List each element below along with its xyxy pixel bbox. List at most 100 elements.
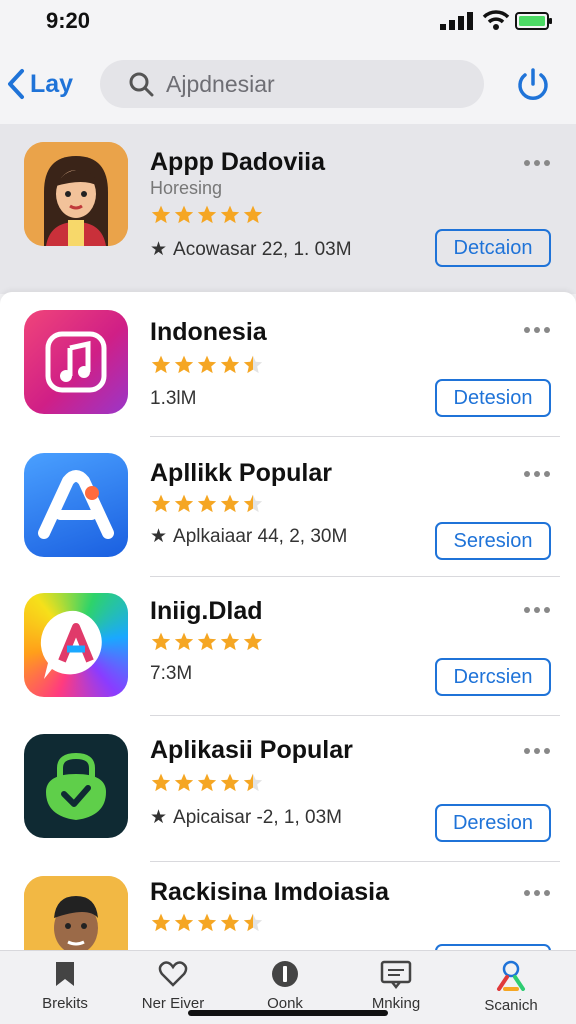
battery-icon (515, 12, 552, 30)
search-placeholder: Ajpdnesiar (166, 70, 275, 97)
star-icon (174, 355, 194, 374)
power-icon[interactable] (514, 66, 552, 104)
star-icon: ★ (150, 526, 168, 547)
app-title: Aplikasii Popular (150, 736, 353, 764)
star-icon (174, 773, 194, 792)
star-icon (243, 773, 263, 792)
app-meta-text: 7:3M (150, 663, 193, 684)
star-icon (151, 913, 171, 932)
star-rating (150, 204, 264, 226)
tab-oonk[interactable]: Oonk (230, 959, 340, 1012)
heart-icon (158, 961, 188, 987)
star-icon (243, 355, 263, 374)
star-icon (197, 913, 217, 932)
star-icon (197, 773, 217, 792)
featured-app-meta-text: Acowasar 22, 1. 03M (173, 238, 352, 260)
app-title: Indonesia (150, 318, 267, 346)
star-icon (197, 205, 217, 224)
more-options-icon[interactable] (524, 471, 550, 477)
tab-scanich[interactable]: Scanich (456, 959, 566, 1014)
star-icon (174, 494, 194, 513)
tab-label: Scanich (484, 997, 538, 1014)
app-meta: ★ Apicaisar -2, 1, 03M (150, 806, 342, 829)
app-icon (24, 876, 128, 952)
featured-app-title: Appp Dadoviia (150, 148, 326, 176)
app-icon (24, 310, 128, 414)
star-icon (220, 632, 240, 651)
app-title: Apllikk Popular (150, 459, 332, 487)
status-bar: 9:20 (0, 0, 576, 44)
app-icon (24, 734, 128, 838)
app-title: Iniig.Dlad (150, 597, 263, 625)
star-icon (220, 355, 240, 374)
list-item[interactable]: Aplikasii Popular ★ Apicaisar -2, 1, 03M… (0, 716, 576, 862)
featured-app-button[interactable]: Detcaion (435, 229, 551, 267)
star-icon (197, 355, 217, 374)
featured-app-row[interactable]: Appp Dadoviia Horesing ★ Acowasar 22, 1.… (0, 124, 576, 294)
home-indicator (188, 1010, 388, 1016)
app-icon (24, 593, 128, 697)
app-action-button[interactable]: Detesion (435, 379, 551, 417)
chevron-left-icon (8, 69, 24, 99)
more-options-icon[interactable] (524, 607, 550, 613)
list-item[interactable]: Indonesia 1.3lM Detesion (0, 292, 576, 437)
people-icon (497, 960, 525, 991)
list-item[interactable]: Apllikk Popular ★ Aplkaiaar 44, 2, 30M S… (0, 437, 576, 577)
back-button[interactable]: Lay (6, 64, 73, 104)
star-icon (174, 632, 194, 651)
tab-brekits[interactable]: Brekits (10, 959, 120, 1012)
star-rating (150, 772, 264, 794)
tab-label: Brekits (42, 995, 88, 1012)
star-icon (174, 913, 194, 932)
star-icon (220, 913, 240, 932)
app-meta-text: Apicaisar -2, 1, 03M (173, 806, 343, 828)
more-options-icon[interactable] (524, 748, 550, 754)
more-options-icon[interactable] (524, 890, 550, 896)
star-icon (151, 632, 171, 651)
star-rating (150, 354, 264, 376)
lock-heart-icon (46, 752, 106, 820)
star-icon (151, 773, 171, 792)
star-icon: ★ (150, 239, 168, 260)
tab-ner-eiver[interactable]: Ner Eiver (118, 959, 228, 1012)
tab-mnking[interactable]: Mnking (341, 959, 451, 1012)
app-title: Rackisina Imdoiasia (150, 878, 390, 906)
more-options-icon[interactable] (524, 160, 550, 166)
star-icon (243, 205, 263, 224)
star-icon (220, 494, 240, 513)
app-list: Indonesia 1.3lM Detesion Apllikk Popular… (0, 292, 576, 952)
star-icon (243, 913, 263, 932)
man-avatar-icon (24, 876, 128, 952)
list-item[interactable]: Iniig.Dlad 7:3M Dercsien (0, 577, 576, 715)
search-icon (129, 72, 154, 97)
search-input[interactable]: Ajpdnesiar (100, 60, 484, 108)
star-icon (220, 773, 240, 792)
woman-avatar-icon (24, 142, 128, 246)
more-options-icon[interactable] (524, 327, 550, 333)
app-action-button[interactable]: Dercsien (435, 658, 551, 696)
navigation-bar: Lay Ajpdnesiar (0, 44, 576, 124)
app-icon (24, 453, 128, 557)
app-action-button[interactable]: Seresion (435, 522, 551, 560)
status-time: 9:20 (46, 8, 91, 33)
star-icon (243, 494, 263, 513)
cellular-signal-icon (440, 12, 473, 30)
letter-a-icon (38, 470, 114, 539)
app-meta: 1.3lM (150, 388, 196, 410)
list-item[interactable]: Rackisina Imdoiasia (0, 862, 576, 952)
featured-app-subtitle: Horesing (150, 178, 223, 198)
star-rating (150, 631, 264, 653)
app-meta-text: Aplkaiaar 44, 2, 30M (173, 525, 348, 547)
star-rating (150, 912, 264, 934)
featured-app-icon (24, 142, 128, 246)
featured-app-meta: ★ Acowasar 22, 1. 03M (150, 238, 352, 261)
chat-bubble-a-icon (40, 610, 102, 679)
star-icon: ★ (150, 807, 168, 828)
app-meta: 7:3M (150, 663, 192, 685)
wifi-icon (482, 10, 510, 30)
star-icon (220, 205, 240, 224)
app-action-button[interactable]: Deresion (435, 804, 551, 842)
bookmark-icon (56, 962, 74, 986)
info-circle-icon (272, 961, 298, 987)
music-note-icon (45, 331, 107, 393)
